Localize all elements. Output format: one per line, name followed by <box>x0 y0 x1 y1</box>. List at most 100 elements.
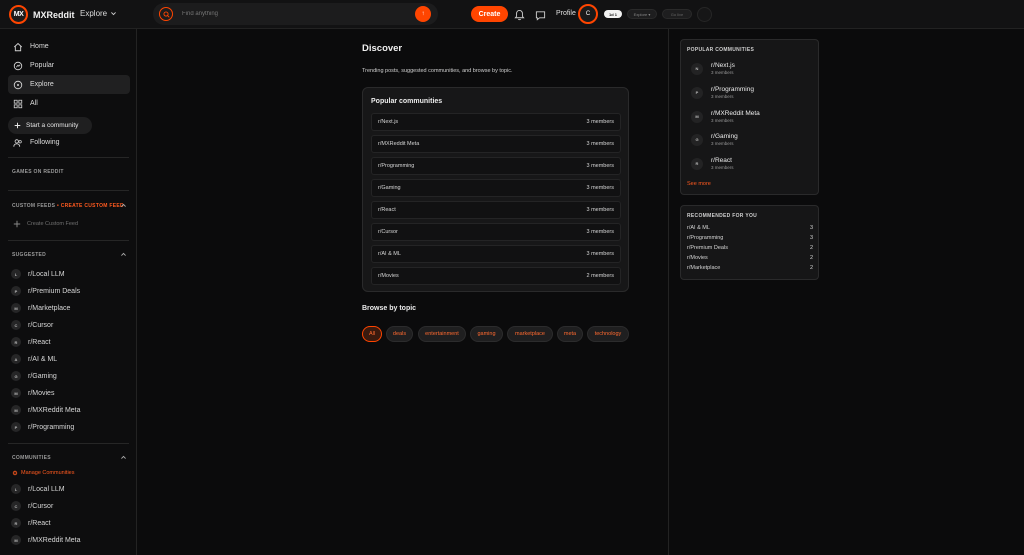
topic-chip-meta[interactable]: meta <box>557 326 583 342</box>
list-item[interactable]: P r/Programming 3 members <box>691 86 754 99</box>
sidebar-item-popular[interactable]: Popular <box>8 56 130 75</box>
community-name: r/React <box>28 338 51 346</box>
community-name: r/MXReddit Meta <box>28 406 81 414</box>
all-icon <box>13 99 23 108</box>
go-live-pill[interactable]: Go live <box>662 9 692 19</box>
list-item[interactable]: r/Gaming 3 members <box>371 179 621 197</box>
sidebar-community-item[interactable]: Lr/Local LLM <box>11 483 65 495</box>
brand-logo[interactable]: MX MXReddit <box>9 5 75 24</box>
sidebar-suggested-item[interactable]: Mr/Movies <box>11 387 54 399</box>
see-more-link[interactable]: See more <box>687 181 711 187</box>
search-submit-button[interactable]: ↑ <box>415 6 431 22</box>
popular-communities-card: Popular communities r/Next.js 3 members r… <box>362 87 629 292</box>
gear-icon <box>12 470 18 476</box>
chevron-up-icon[interactable] <box>119 201 127 209</box>
community-name: r/Gaming <box>711 133 738 140</box>
search-bar: ↑ <box>153 3 438 25</box>
sidebar-suggested-item[interactable]: Gr/Gaming <box>11 370 57 382</box>
topic-chip-marketplace[interactable]: marketplace <box>507 326 553 342</box>
sidebar-community-item[interactable]: Cr/Cursor <box>11 500 53 512</box>
profile-label[interactable]: Profile <box>556 10 576 17</box>
community-name: r/Gaming <box>378 185 401 191</box>
suggested-section-title: SUGGESTED <box>12 252 47 258</box>
menu-circle-icon[interactable] <box>697 7 712 22</box>
list-item[interactable]: r/MXReddit Meta 3 members <box>371 135 621 153</box>
community-badge: M <box>11 405 21 415</box>
topic-chip-deals[interactable]: deals <box>386 326 413 342</box>
member-count: 3 members <box>711 70 734 75</box>
list-item[interactable]: r/Premium Deals 2 <box>687 245 813 251</box>
divider <box>8 190 129 191</box>
community-name: r/MXReddit Meta <box>28 536 81 544</box>
chevron-up-icon[interactable] <box>119 453 127 461</box>
right-rail: POPULAR COMMUNITIES N r/Next.js 3 members… <box>668 29 1024 555</box>
list-item[interactable]: G r/Gaming 3 members <box>691 133 738 146</box>
chat-icon[interactable] <box>535 8 546 26</box>
list-item[interactable]: r/Movies 2 <box>687 255 813 261</box>
avatar[interactable]: C <box>578 4 598 24</box>
list-item[interactable]: r/Programming 3 <box>687 235 813 241</box>
sidebar-suggested-item[interactable]: Pr/Premium Deals <box>11 285 80 297</box>
sidebar-suggested-item[interactable]: Ar/AI & ML <box>11 353 57 365</box>
community-name: r/Cursor <box>378 229 398 235</box>
list-item[interactable]: r/React 3 members <box>371 201 621 219</box>
create-custom-feed-link[interactable]: • CREATE CUSTOM FEED <box>57 203 124 209</box>
sidebar-suggested-item[interactable]: Pr/Programming <box>11 421 74 433</box>
create-button[interactable]: Create <box>471 6 508 22</box>
community-badge: C <box>11 501 21 511</box>
community-badge: L <box>11 269 21 279</box>
member-count: 3 members <box>586 119 614 125</box>
community-badge: N <box>691 62 703 75</box>
community-name: r/MXReddit Meta <box>711 110 760 117</box>
sidebar-community-item[interactable]: Rr/React <box>11 517 51 529</box>
explore-dropdown-button[interactable]: Explore <box>80 9 117 18</box>
manage-communities-link[interactable]: Manage Communities <box>12 470 75 476</box>
chevron-down-icon <box>111 12 117 16</box>
list-item[interactable]: r/Programming 3 members <box>371 157 621 175</box>
create-custom-feed-link-label: CREATE CUSTOM FEED <box>60 203 124 209</box>
community-name: r/Movies <box>28 389 55 397</box>
community-badge: M <box>691 110 703 123</box>
sidebar-community-item[interactable]: Mr/MXReddit Meta <box>11 534 81 546</box>
sidebar-item-all[interactable]: All <box>8 94 130 113</box>
community-name: r/Movies <box>687 255 708 261</box>
list-item[interactable]: r/AI & ML 3 members <box>371 245 621 263</box>
search-input[interactable] <box>182 11 402 17</box>
sidebar-suggested-item[interactable]: Mr/MXReddit Meta <box>11 404 81 416</box>
bell-icon[interactable] <box>514 8 525 26</box>
topic-chip-technology[interactable]: technology <box>587 326 629 342</box>
page-subtitle: Trending posts, suggested communities, a… <box>362 68 513 74</box>
brand-name: MXReddit <box>33 9 75 20</box>
page-title: Discover <box>362 43 403 54</box>
list-item[interactable]: N r/Next.js 3 members <box>691 62 735 75</box>
sidebar-suggested-item[interactable]: Lr/Local LLM <box>11 268 65 280</box>
main-content: Discover Trending posts, suggested commu… <box>137 29 668 555</box>
topic-chip-entertainment[interactable]: entertainment <box>418 326 466 342</box>
sidebar-suggested-item[interactable]: Rr/React <box>11 336 51 348</box>
topic-chip-all[interactable]: All <box>362 326 382 342</box>
start-community-button[interactable]: Start a community <box>8 117 92 134</box>
list-item[interactable]: r/Next.js 3 members <box>371 113 621 131</box>
sidebar-suggested-item[interactable]: Mr/Marketplace <box>11 302 70 314</box>
community-badge: A <box>11 354 21 364</box>
sidebar-suggested-item[interactable]: Cr/Cursor <box>11 319 53 331</box>
chevron-up-icon[interactable] <box>119 250 127 258</box>
custom-feeds-section-title: CUSTOM FEEDS • CREATE CUSTOM FEED <box>12 203 124 209</box>
community-name: r/AI & ML <box>378 251 401 257</box>
topic-chip-gaming[interactable]: gaming <box>470 326 503 342</box>
list-item[interactable]: M r/MXReddit Meta 3 members <box>691 110 760 123</box>
list-item[interactable]: r/Cursor 3 members <box>371 223 621 241</box>
sidebar-item-label: Popular <box>30 62 55 69</box>
mode-pill[interactable]: Explore ▾ <box>627 9 657 19</box>
sidebar-item-home[interactable]: Home <box>8 37 130 56</box>
list-item[interactable]: R r/React 3 members <box>691 157 734 170</box>
sidebar-item-explore[interactable]: Explore <box>8 75 130 94</box>
widget-title: RECOMMENDED FOR YOU <box>687 213 758 219</box>
list-item[interactable]: r/AI & ML 3 <box>687 225 813 231</box>
status-pill[interactable]: 1d 1 <box>604 10 622 18</box>
list-item[interactable]: r/Movies 2 members <box>371 267 621 285</box>
list-item[interactable]: r/Marketplace 2 <box>687 265 813 271</box>
create-custom-feed-item[interactable]: Create Custom Feed <box>13 220 78 228</box>
community-badge: M <box>11 388 21 398</box>
sidebar-item-following[interactable]: Following <box>8 133 130 152</box>
